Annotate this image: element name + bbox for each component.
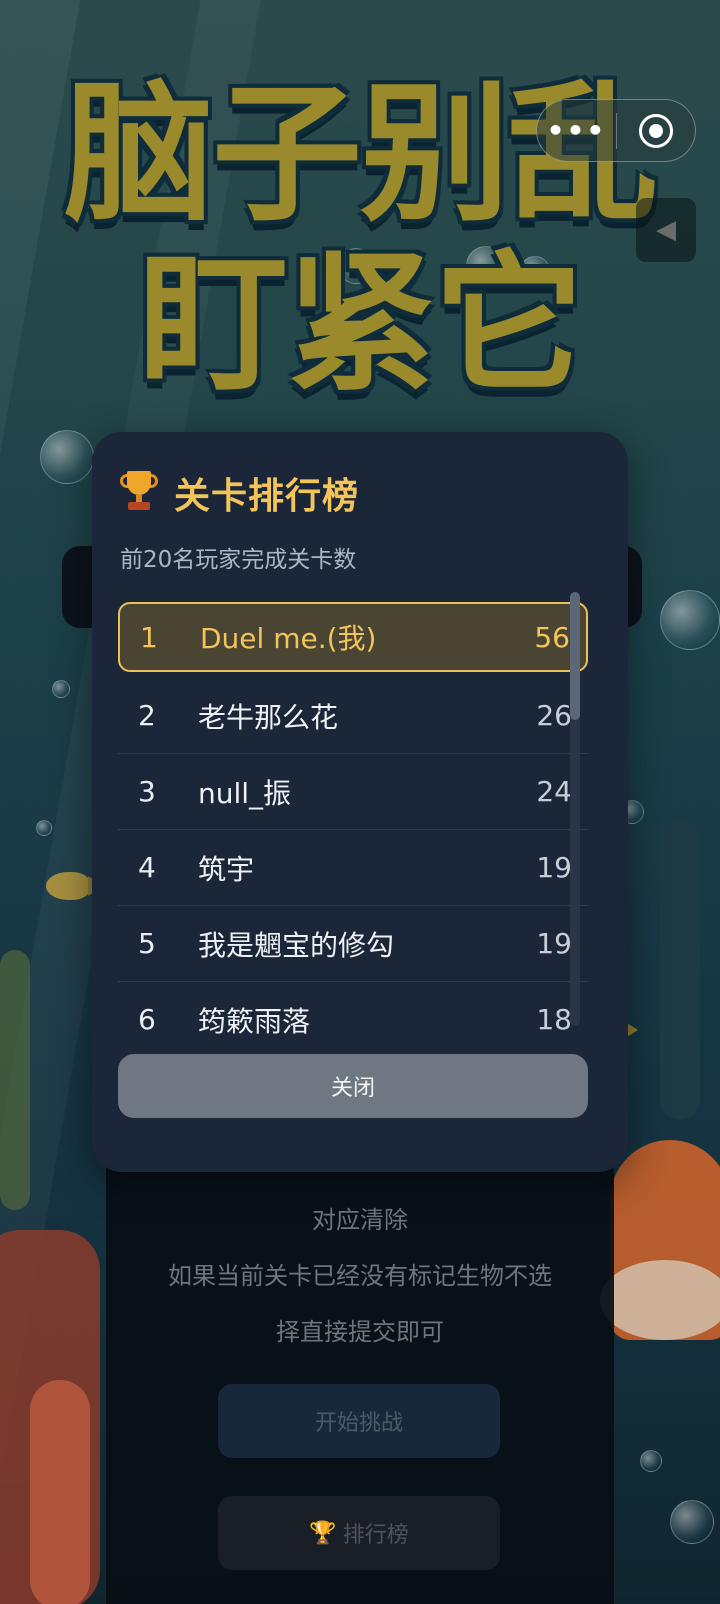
rules-text-line: 择直接提交即可	[276, 1318, 444, 1346]
leaderboard-row: 4 筑宇 19	[118, 830, 588, 906]
leaderboard-row: 6 筠簌雨落 18	[118, 982, 588, 1046]
game-title-line2: 盯紧它	[137, 238, 584, 412]
leaderboard-modal: 关卡排行榜 前20名玩家完成关卡数 1 Duel me.(我) 56 2 老牛那…	[92, 432, 628, 1172]
seaweed	[0, 950, 30, 1210]
leaderboard-button[interactable]: 🏆 排行榜	[218, 1496, 500, 1570]
leaderboard-row: 3 null_振 24	[118, 754, 588, 830]
bubble	[640, 1450, 662, 1472]
bubble	[670, 1500, 714, 1544]
miniprogram-capsule: •••	[536, 99, 696, 162]
bubble	[660, 590, 720, 650]
fish	[46, 872, 104, 900]
scrollbar-thumb[interactable]	[570, 592, 580, 720]
close-button[interactable]: 关闭	[118, 1054, 588, 1118]
more-icon[interactable]: •••	[537, 114, 616, 147]
player-name: 筑宇	[198, 852, 255, 886]
rank-number: 5	[138, 927, 156, 960]
rank-number: 1	[140, 620, 158, 654]
bubble	[52, 680, 70, 698]
bubble	[40, 430, 94, 484]
trophy-icon: 🏆	[309, 1520, 337, 1546]
leaderboard-row: 5 我是魍宝的修勾 19	[118, 906, 588, 982]
mute-speaker-icon[interactable]: ◀	[636, 198, 696, 262]
modal-header: 关卡排行榜	[120, 468, 359, 518]
leaderboard-list[interactable]: 1 Duel me.(我) 56 2 老牛那么花 26 3 null_振 24 …	[118, 602, 588, 1046]
seaweed	[660, 820, 700, 1120]
leaderboard-button-label: 排行榜	[342, 1523, 409, 1548]
player-name: 我是魍宝的修勾	[198, 928, 395, 962]
rank-number: 3	[138, 775, 156, 808]
player-name: 筠簌雨落	[198, 1004, 311, 1038]
bubble	[36, 820, 52, 836]
target-icon	[638, 113, 673, 148]
player-name: Duel me.(我)	[200, 622, 377, 655]
player-name: null_振	[198, 776, 292, 810]
start-challenge-button[interactable]: 开始挑战	[218, 1384, 500, 1458]
modal-subtitle: 前20名玩家完成关卡数	[120, 547, 357, 573]
list-scrollbar[interactable]	[570, 592, 580, 1026]
coral	[30, 1380, 90, 1604]
leaderboard-row-self: 1 Duel me.(我) 56	[118, 602, 588, 672]
leaderboard-row: 2 老牛那么花 26	[118, 678, 588, 754]
rank-number: 2	[138, 699, 156, 732]
modal-title: 关卡排行榜	[174, 476, 360, 517]
coral	[600, 1260, 720, 1340]
trophy-icon	[120, 471, 158, 515]
rank-number: 6	[138, 1003, 156, 1036]
rules-text-line: 对应清除	[312, 1206, 408, 1234]
rules-text-line: 如果当前关卡已经没有标记生物不选	[168, 1262, 552, 1290]
rank-number: 4	[138, 851, 156, 884]
close-miniprogram-button[interactable]	[617, 113, 695, 148]
player-name: 老牛那么花	[198, 700, 339, 734]
